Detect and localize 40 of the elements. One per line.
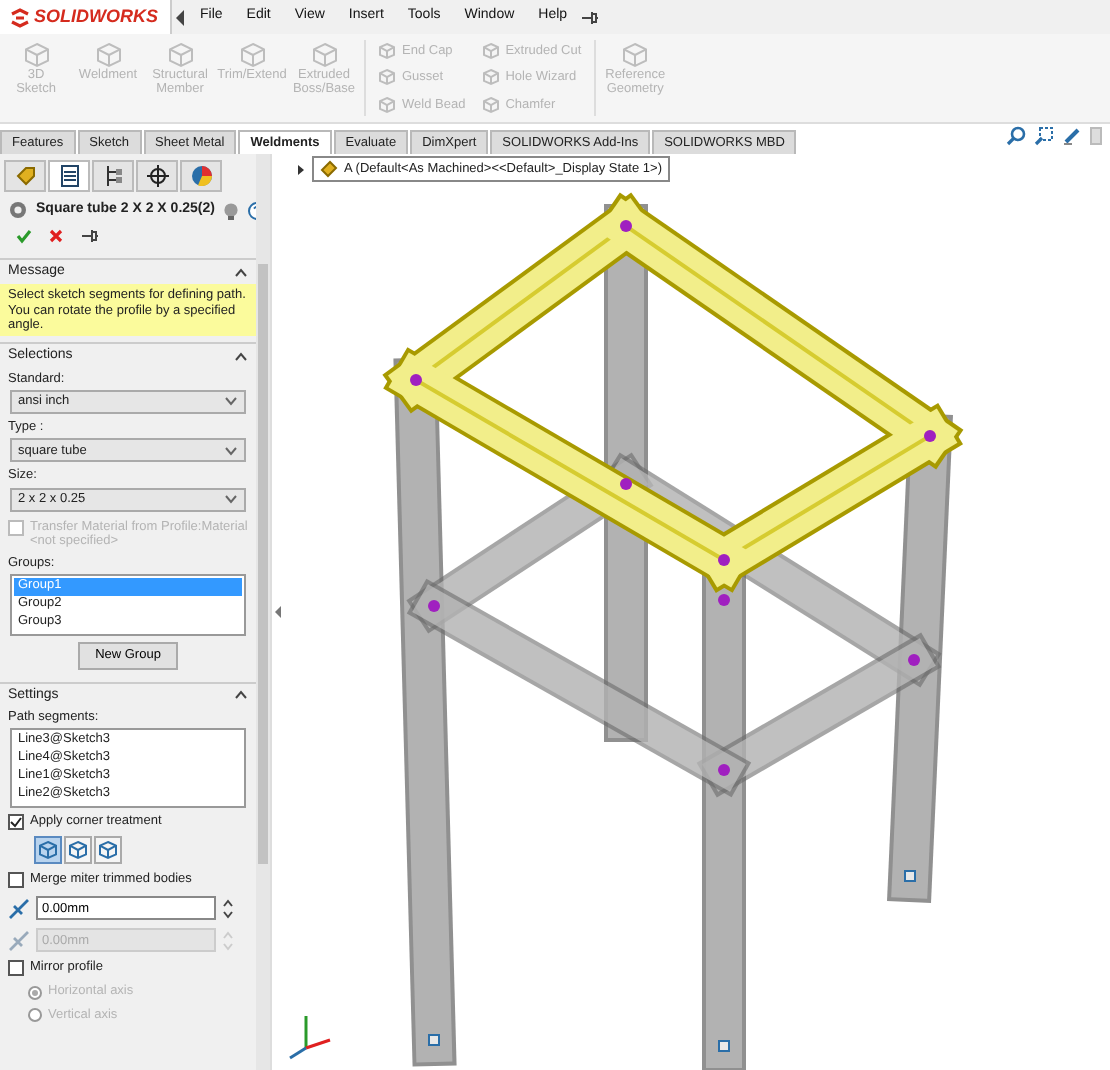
pencil-icon[interactable] xyxy=(1062,126,1082,146)
gap-icon xyxy=(8,929,30,952)
part-icon xyxy=(320,160,338,178)
corner-type-button[interactable] xyxy=(94,836,122,865)
zoom-icon[interactable] xyxy=(1006,126,1026,146)
logo-icon xyxy=(10,7,30,27)
logo-text: SOLIDWORKS xyxy=(34,6,158,28)
pin-icon[interactable] xyxy=(579,9,600,25)
check-icon xyxy=(10,816,22,829)
chevron-down-icon xyxy=(224,396,238,407)
corner-type-button[interactable] xyxy=(34,836,62,865)
pin-icon[interactable] xyxy=(80,228,100,244)
spin-icon[interactable] xyxy=(222,897,234,920)
corner-type-button[interactable] xyxy=(64,836,92,865)
tag-icon xyxy=(13,164,37,188)
chevron-up-icon[interactable] xyxy=(234,267,248,278)
crosshair-icon xyxy=(145,164,169,188)
triangle-left-icon[interactable] xyxy=(172,7,188,27)
gap-icon xyxy=(8,897,30,920)
triangle-right-icon[interactable] xyxy=(296,163,306,175)
check-icon[interactable] xyxy=(16,228,32,244)
panel-tab[interactable] xyxy=(48,160,90,192)
panel-tab[interactable] xyxy=(136,160,178,192)
close-icon[interactable] xyxy=(48,228,64,244)
chevron-up-icon[interactable] xyxy=(234,351,248,362)
chevron-up-icon[interactable] xyxy=(234,690,248,701)
list-icon xyxy=(57,164,81,188)
triangle-left-icon[interactable] xyxy=(274,604,282,620)
tree-icon xyxy=(101,164,125,188)
axis-triad-icon xyxy=(289,1016,331,1060)
zoom-area-icon[interactable] xyxy=(1034,126,1054,146)
lightbulb-icon[interactable] xyxy=(222,201,241,219)
pie-icon xyxy=(189,164,213,188)
chevron-down-icon xyxy=(224,445,238,456)
scrollbar[interactable] xyxy=(256,154,270,1070)
checkbox[interactable] xyxy=(8,872,24,889)
panel-tab[interactable] xyxy=(92,160,134,192)
chevron-down-icon xyxy=(224,494,238,505)
checkbox[interactable] xyxy=(8,960,24,977)
checkbox[interactable] xyxy=(8,814,24,831)
